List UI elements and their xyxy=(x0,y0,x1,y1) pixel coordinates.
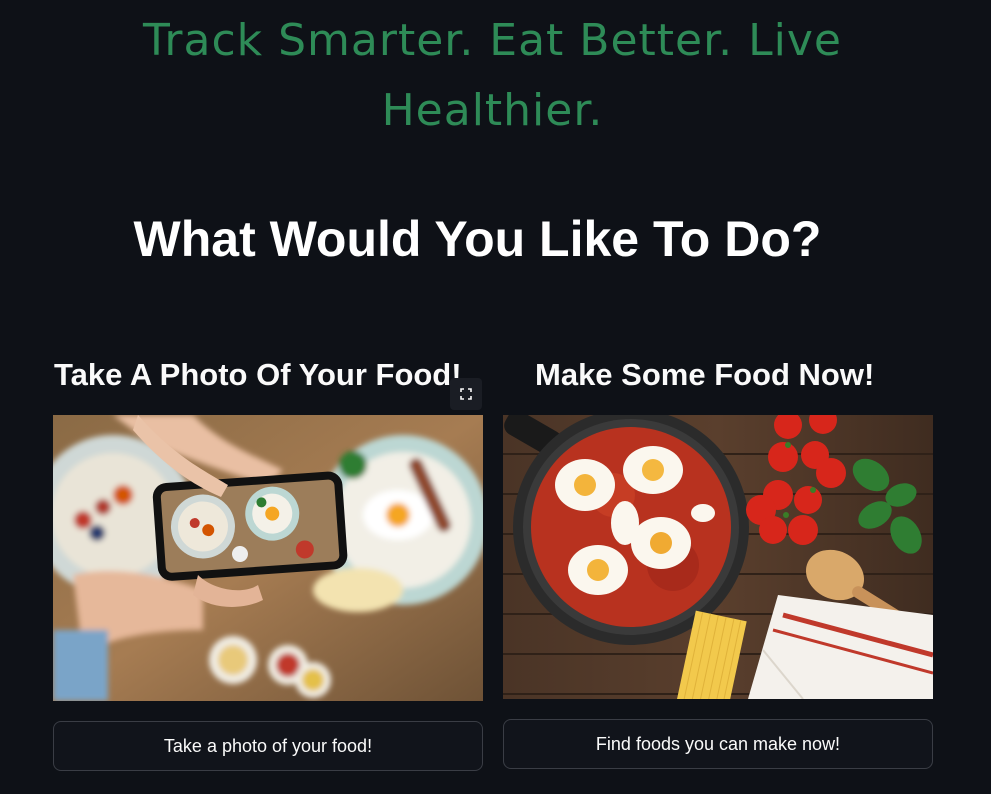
photo-food-image xyxy=(53,415,483,701)
make-food-image xyxy=(503,415,933,699)
find-foods-button[interactable]: Find foods you can make now! xyxy=(503,719,933,769)
take-photo-button[interactable]: Take a photo of your food! xyxy=(53,721,483,771)
tagline: Track Smarter. Eat Better. Live Healthie… xyxy=(142,15,842,136)
page: Track Smarter. Eat Better. Live Healthie… xyxy=(0,0,991,794)
page-heading: What Would You Like To Do? xyxy=(133,211,822,267)
option-title-make-food: Make Some Food Now! xyxy=(535,357,875,392)
expand-icon xyxy=(460,388,472,400)
option-title-photo: Take A Photo Of Your Food! xyxy=(54,357,462,392)
fullscreen-button[interactable] xyxy=(450,378,482,410)
